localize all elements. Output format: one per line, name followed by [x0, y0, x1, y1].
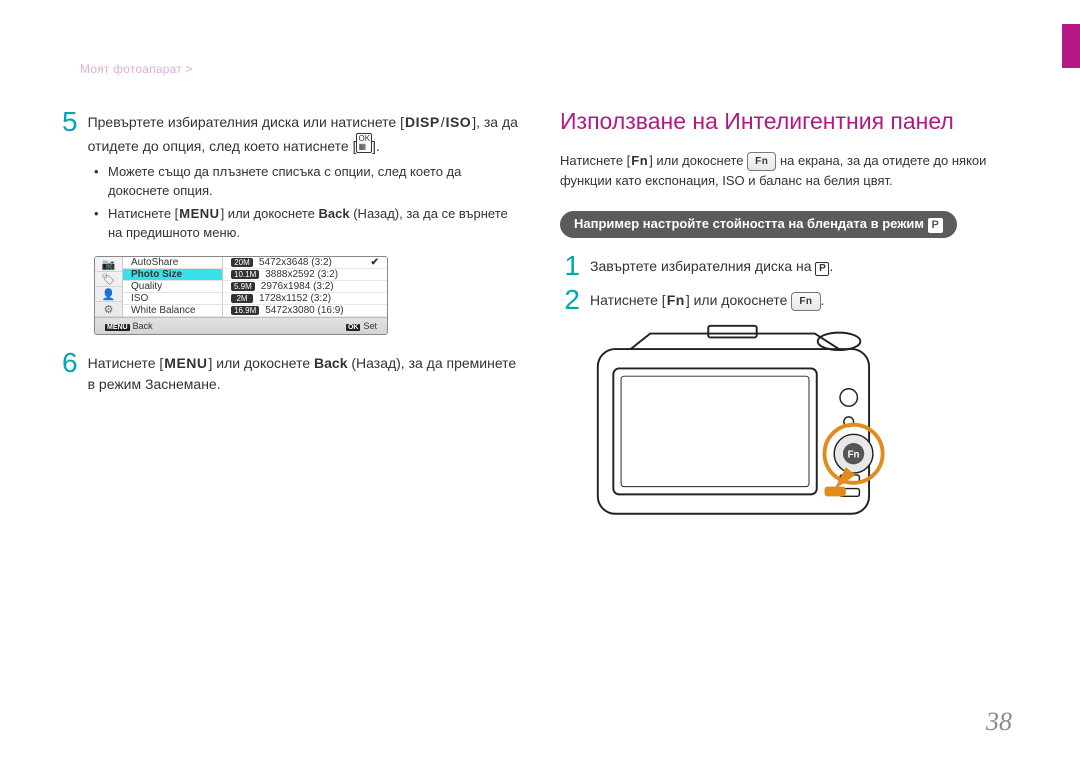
- text: ] или докоснете: [649, 153, 747, 168]
- lcd-option-row: 10.1M 3888x2592 (3:2): [223, 269, 387, 281]
- section-heading: Използване на Интелигентния панел: [560, 108, 1018, 135]
- step-number: 1: [560, 252, 580, 280]
- menu-key-small: MENU: [105, 324, 130, 331]
- check-icon: ✔: [371, 257, 379, 268]
- left-column: 5 Превъртете избирателния диска или нати…: [62, 108, 520, 725]
- step-5-sublist: Можете също да плъзнете списъка с опции,…: [94, 163, 520, 242]
- text: ] или докоснете: [221, 206, 319, 221]
- text: Set: [363, 321, 377, 331]
- step-1: 1 Завъртете избирателния диска на P.: [560, 252, 1018, 280]
- size-label: 1728x1152 (3:2): [259, 293, 331, 304]
- size-label: 2976x1984 (3:2): [261, 281, 334, 292]
- page-number: 38: [986, 707, 1012, 737]
- text: Натиснете [: [590, 292, 666, 308]
- lcd-menu-item: Photo Size: [123, 269, 222, 281]
- menu-key: MENU: [163, 353, 208, 374]
- disp-key: DISP: [404, 112, 441, 133]
- step-5: 5 Превъртете избирателния диска или нати…: [62, 108, 520, 157]
- step-6-body: Натиснете [MENU] или докоснете Back (Наз…: [88, 349, 520, 395]
- lcd-menu-list: AutoSharePhoto SizeQualityISOWhite Balan…: [123, 257, 223, 317]
- lcd-body: 📷🏷👤⚙ AutoSharePhoto SizeQualityISOWhite …: [95, 257, 387, 317]
- mode-p-icon: P: [815, 262, 829, 276]
- text: ] или докоснете: [209, 355, 315, 371]
- lcd-footer-left: MENUBack: [105, 321, 153, 331]
- lcd-footer: MENUBack OKSet: [95, 317, 387, 334]
- text: Например настройте стойността на блендат…: [574, 216, 928, 231]
- size-pill: 2M: [231, 294, 253, 303]
- lcd-menu-item: White Balance: [123, 305, 222, 317]
- lcd-option-row: 5.9M 2976x1984 (3:2): [223, 281, 387, 293]
- breadcrumb: Моят фотоапарат: [80, 62, 193, 76]
- lcd-options-list: 20M5472x3648 (3:2)✔10.1M3888x2592 (3:2)5…: [223, 257, 387, 317]
- text: ] или докоснете: [686, 292, 792, 308]
- step-2-body: Натиснете [Fn] или докоснете Fn.: [590, 286, 824, 314]
- fn-key: Fn: [630, 151, 649, 171]
- text: .: [821, 292, 825, 308]
- menu-key: MENU: [178, 205, 220, 224]
- lcd-side-tab: ⚙: [95, 302, 122, 317]
- lcd-side-tab: 📷: [95, 257, 122, 272]
- size-pill: 5.9M: [231, 282, 255, 291]
- size-label: 5472x3080 (16:9): [265, 305, 343, 316]
- camera-menu-screenshot: 📷🏷👤⚙ AutoSharePhoto SizeQualityISOWhite …: [94, 256, 388, 335]
- step-6: 6 Натиснете [MENU] или докоснете Back (Н…: [62, 349, 520, 395]
- lcd-side-tab: 👤: [95, 287, 122, 302]
- text: Превъртете избирателния диска или натисн…: [88, 114, 404, 130]
- step-number: 2: [560, 286, 580, 314]
- text: Натиснете [: [108, 206, 178, 221]
- size-label: 3888x2592 (3:2): [265, 269, 338, 280]
- lcd-side-tabs: 📷🏷👤⚙: [95, 257, 123, 317]
- fn-onscreen-button: Fn: [791, 292, 820, 311]
- text: ].: [372, 138, 380, 154]
- back-label: Back: [314, 355, 347, 371]
- size-pill: 16.9M: [231, 306, 259, 315]
- ok-icon: OK▦: [356, 133, 372, 153]
- text: Натиснете [: [88, 355, 164, 371]
- step-5-body: Превъртете избирателния диска или натисн…: [88, 108, 520, 157]
- iso-key: ISO: [445, 112, 473, 133]
- camera-illustration: Fn: [592, 320, 1018, 528]
- fn-onscreen-button: Fn: [747, 152, 776, 171]
- ok-key-small: OK: [346, 324, 361, 331]
- fn-key: Fn: [666, 290, 686, 311]
- sub-bullet-1: Можете също да плъзнете списъка с опции,…: [94, 163, 520, 201]
- text: Натиснете [: [560, 153, 630, 168]
- step-1-body: Завъртете избирателния диска на P.: [590, 252, 833, 280]
- camera-svg: Fn: [592, 320, 902, 523]
- page-columns: 5 Превъртете избирателния диска или нати…: [62, 108, 1018, 725]
- section-tab: [1062, 24, 1080, 68]
- back-label: Back: [319, 206, 350, 221]
- lcd-menu-item: AutoShare: [123, 257, 222, 269]
- text: .: [829, 258, 833, 274]
- text: Back: [133, 321, 153, 331]
- intro-paragraph: Натиснете [Fn] или докоснете Fn на екран…: [560, 151, 1018, 191]
- fn-button-label: Fn: [848, 449, 860, 460]
- step-number: 6: [62, 349, 78, 395]
- right-column: Използване на Интелигентния панел Натисн…: [560, 108, 1018, 725]
- lcd-option-row: 2M 1728x1152 (3:2): [223, 293, 387, 305]
- lcd-option-row: 16.9M 5472x3080 (16:9): [223, 305, 387, 317]
- size-label: 5472x3648 (3:2): [259, 257, 332, 268]
- lcd-menu-item: ISO: [123, 293, 222, 305]
- text: Завъртете избирателния диска на: [590, 258, 815, 274]
- size-pill: 10.1M: [231, 270, 259, 279]
- sub-bullet-2: Натиснете [MENU] или докоснете Back (Наз…: [94, 205, 520, 243]
- lcd-side-tab: 🏷: [95, 272, 122, 287]
- step-number: 5: [62, 108, 78, 157]
- lcd-menu-item: Quality: [123, 281, 222, 293]
- example-pill: Например настройте стойността на блендат…: [560, 211, 957, 238]
- mode-p-badge: P: [928, 218, 943, 233]
- lcd-option-row: 20M 5472x3648 (3:2) ✔: [223, 257, 387, 269]
- size-pill: 20M: [231, 258, 253, 267]
- step-2: 2 Натиснете [Fn] или докоснете Fn.: [560, 286, 1018, 314]
- lcd-footer-right: OKSet: [346, 321, 377, 331]
